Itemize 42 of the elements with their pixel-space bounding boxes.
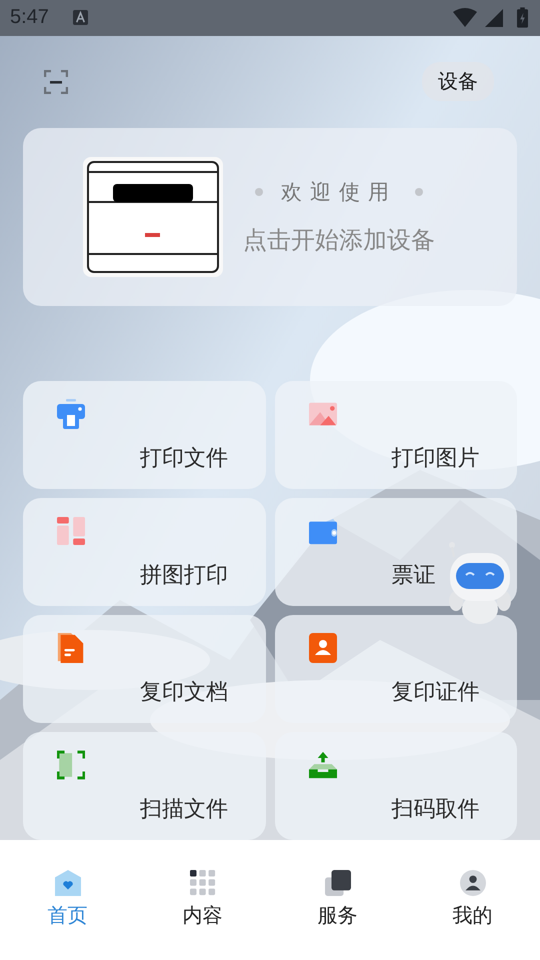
welcome-text: 欢迎使用 [281,178,397,206]
nav-tab[interactable]: 我的 [405,870,540,930]
tile-label: 拼图打印 [140,562,228,590]
cards-icon [324,870,350,896]
tile-label: 扫码取件 [392,796,480,824]
tile-label: 复印证件 [392,679,480,708]
tile-label: 打印图片 [392,445,480,474]
welcome-card[interactable]: 欢迎使用 点击开始添加设备 [23,128,517,306]
signal-icon [485,8,503,27]
add-device-prompt: 点击开始添加设备 [243,224,435,256]
feature-tile[interactable]: 打印文件 [23,381,266,490]
home-icon [54,870,80,896]
wifi-icon [453,8,477,28]
printer-icon [57,399,85,430]
scan-icon[interactable] [44,70,68,94]
feature-tile[interactable]: 打印图片 [274,381,517,490]
tile-label: 复印文档 [140,679,228,708]
id-card-icon [308,633,336,664]
tile-label: 票证 [392,562,436,590]
bullet-dot [415,188,423,196]
nav-tab[interactable]: 内容 [135,870,270,930]
scan-frame-icon [57,750,85,780]
feature-tile[interactable]: 拼图打印 [23,498,266,606]
feature-tile[interactable]: 扫描文件 [23,732,266,840]
grid-icon [190,870,216,896]
document-icon [57,633,85,664]
user-icon [460,870,486,896]
tray-upload-icon [308,750,336,780]
status-time: 5:47 [10,6,49,30]
battery-icon [517,7,528,28]
nav-tab[interactable]: 服务 [270,870,405,930]
keyboard-icon [72,10,88,26]
collage-icon [57,516,85,546]
feature-tile[interactable]: 复印文档 [23,615,266,724]
tile-label: 扫描文件 [140,796,228,824]
bullet-dot [255,188,263,196]
device-button[interactable]: 设备 [422,62,494,102]
feature-tile[interactable]: 扫码取件 [274,732,517,840]
feature-tile[interactable]: 复印证件 [274,615,517,724]
nav-tab[interactable]: 首页 [0,870,135,930]
wallet-icon [308,516,336,546]
tile-label: 打印文件 [140,445,228,474]
